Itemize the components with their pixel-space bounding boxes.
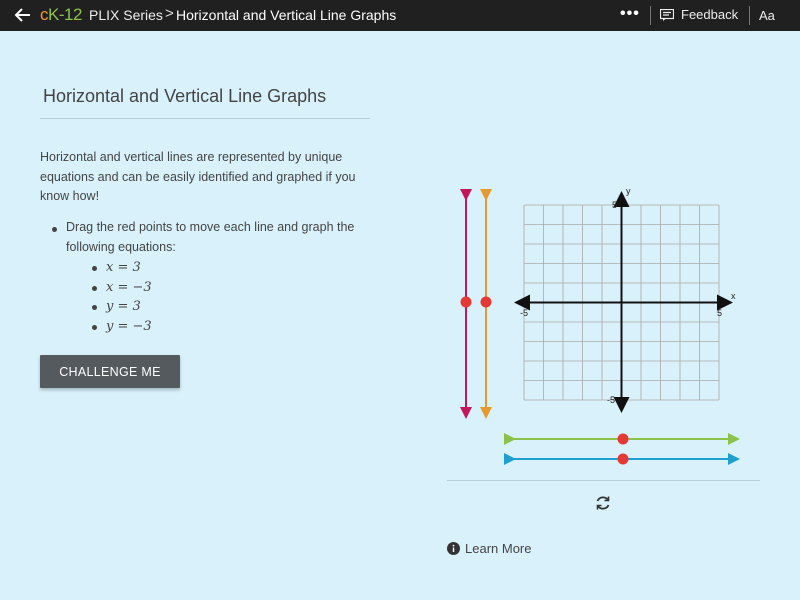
equation-item: x = −3 xyxy=(92,278,152,298)
vertical-line-2-handle[interactable] xyxy=(480,296,492,308)
text-size-button[interactable]: Aa xyxy=(759,8,775,23)
divider xyxy=(650,6,651,25)
breadcrumb-separator: > xyxy=(165,5,174,22)
refresh-icon[interactable] xyxy=(594,494,612,512)
y-min-label: -5 xyxy=(607,395,615,405)
feedback-label: Feedback xyxy=(681,7,739,22)
ck12-logo[interactable]: cK-12 xyxy=(40,5,82,25)
bullet xyxy=(52,227,57,232)
x-min-label: -5 xyxy=(520,308,528,318)
equation-text: y = −3 xyxy=(106,318,152,334)
instructions-text: Drag the red points to move each line an… xyxy=(66,220,355,254)
top-bar: cK-12 PLIX Series > Horizontal and Verti… xyxy=(0,0,800,31)
challenge-me-button[interactable]: CHALLENGE ME xyxy=(40,355,180,388)
horizontal-line-2-handle[interactable] xyxy=(617,453,629,465)
horizontal-line-1-handle[interactable] xyxy=(617,433,629,445)
graph-divider xyxy=(447,480,760,481)
equation-text: x = 3 xyxy=(106,260,141,275)
intro-text: Horizontal and vertical lines are repres… xyxy=(40,150,356,203)
equation-item: y = −3 xyxy=(92,317,152,337)
equation-text: y = 3 xyxy=(106,299,141,314)
title-divider xyxy=(40,118,370,119)
equation-list: x = 3 x = −3 y = 3 y = −3 xyxy=(92,258,152,336)
learn-more-link[interactable]: Learn More xyxy=(447,541,531,556)
logo-c: c xyxy=(40,5,49,24)
x-axis-label: x xyxy=(731,291,736,301)
vertical-line-1-handle[interactable] xyxy=(460,296,472,308)
back-arrow-icon[interactable] xyxy=(12,4,34,26)
more-icon[interactable]: ••• xyxy=(620,5,640,23)
y-max-label: 5 xyxy=(612,200,617,210)
breadcrumb-title: Horizontal and Vertical Line Graphs xyxy=(176,7,397,23)
equation-item: x = 3 xyxy=(92,258,152,278)
page-title: Horizontal and Vertical Line Graphs xyxy=(43,86,327,106)
divider xyxy=(749,6,750,25)
feedback-icon xyxy=(660,8,674,21)
equation-text: x = −3 xyxy=(106,279,152,295)
info-icon xyxy=(447,542,460,555)
series-label[interactable]: PLIX Series xyxy=(89,7,163,23)
coordinate-graph[interactable]: x y -5 5 5 -5 xyxy=(440,175,760,475)
y-axis-label: y xyxy=(626,186,631,196)
learn-more-label: Learn More xyxy=(465,541,532,556)
x-max-label: 5 xyxy=(717,308,722,318)
logo-k12: K-12 xyxy=(48,5,82,24)
equation-item: y = 3 xyxy=(92,297,152,317)
feedback-button[interactable]: Feedback xyxy=(660,7,738,22)
